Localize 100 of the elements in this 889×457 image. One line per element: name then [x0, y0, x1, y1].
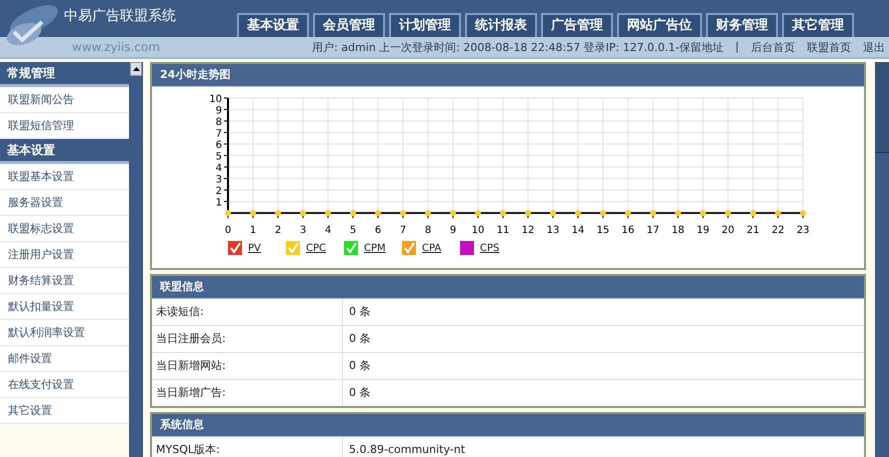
data-point	[475, 210, 481, 216]
legend-checkbox[interactable]	[460, 241, 474, 255]
data-point	[425, 210, 431, 216]
axis-label: 15	[596, 225, 610, 236]
logo-title: 中易广告联盟系统	[64, 6, 176, 24]
axis-label: 6	[374, 225, 382, 236]
axis-label: 23	[796, 225, 810, 236]
axis-label: 16	[622, 225, 634, 236]
axis-label: 4	[324, 225, 332, 236]
sidebar-item[interactable]: 默认扣量设置	[0, 294, 129, 320]
data-point	[350, 210, 356, 216]
panel-title: 联盟信息	[152, 276, 864, 299]
data-point	[250, 210, 256, 216]
nav-tab[interactable]: 广告管理	[541, 13, 613, 37]
data-point	[450, 210, 456, 216]
axis-label: 11	[496, 225, 510, 236]
sidebar-item[interactable]: 服务器设置	[0, 190, 129, 216]
sidebar-heading[interactable]: 常规管理	[0, 62, 129, 87]
axis-label: 2	[216, 186, 222, 197]
table-cell-text: 0 条	[348, 358, 370, 374]
sidebar-item[interactable]: 联盟标志设置	[0, 216, 129, 242]
header-link[interactable]: 后台首页	[751, 40, 795, 54]
sidebar-item[interactable]: 其它设置	[0, 398, 129, 424]
scrollbar-thumb[interactable]	[875, 62, 889, 153]
panel-title: 24小时走势图	[152, 64, 864, 87]
user-info: 用户: admin 上一次登录时间: 2008-08-18 22:48:57 登录IP: 127.0.0.1-保留地址	[312, 40, 724, 54]
data-point	[675, 210, 681, 216]
axis-label: 20	[722, 225, 734, 236]
table-cell-text: 0 条	[348, 331, 370, 347]
axis-label: 0	[224, 225, 232, 236]
axis-label: 8	[424, 225, 432, 236]
axis-label: 8	[216, 117, 222, 128]
site-url: www.zyiis.com	[72, 40, 160, 54]
legend-link[interactable]: PV	[248, 242, 261, 254]
nav-tab[interactable]: 统计报表	[465, 13, 537, 37]
sidebar-item[interactable]: 联盟新闻公告	[0, 87, 129, 113]
nav-tab[interactable]: 会员管理	[313, 13, 385, 37]
table-cell: 当日新增网站:	[152, 353, 343, 379]
sidebar-item[interactable]: 默认利润率设置	[0, 320, 129, 346]
legend-link[interactable]: CPS	[480, 242, 500, 254]
axis-label: 19	[696, 225, 710, 236]
legend-link[interactable]: CPC	[306, 242, 326, 254]
legend-checkbox[interactable]	[286, 241, 300, 255]
sidebar-item[interactable]: 联盟短信管理	[0, 113, 129, 139]
data-point	[325, 210, 331, 216]
data-point	[375, 210, 381, 216]
axis-label: 22	[772, 225, 784, 236]
axis-label: 12	[522, 225, 534, 236]
data-point	[550, 210, 556, 216]
header-link[interactable]: 退出	[863, 40, 885, 54]
data-point	[500, 210, 506, 216]
header-link[interactable]: 联盟首页	[807, 40, 851, 54]
axis-label: 14	[572, 225, 584, 236]
table-cell: 当日新增广告:	[152, 380, 343, 406]
axis-label: 2	[274, 225, 282, 236]
axis-label: 3	[300, 225, 306, 236]
legend-checkbox[interactable]	[402, 241, 416, 255]
table-cell-text: 0 条	[348, 304, 370, 320]
sidebar-item[interactable]: 财务结算设置	[0, 268, 129, 294]
data-point	[700, 210, 706, 216]
data-point	[300, 210, 306, 216]
nav-tab[interactable]: 计划管理	[389, 13, 461, 37]
data-point	[525, 210, 531, 216]
axis-label: 6	[216, 140, 222, 151]
nav-tab[interactable]: 其它管理	[782, 13, 854, 37]
nav-tab[interactable]: 网站广告位	[617, 13, 702, 37]
sidebar-item[interactable]: 注册用户设置	[0, 242, 129, 268]
nav-tab[interactable]: 基本设置	[237, 13, 309, 37]
data-point	[625, 210, 631, 216]
table-cell: 当日注册会员:	[152, 326, 343, 352]
axis-label: 5	[350, 225, 356, 236]
legend-link[interactable]: CPA	[422, 242, 442, 254]
axis-label: 9	[450, 225, 456, 236]
table-cell-text: 0 条	[348, 385, 370, 401]
data-point	[725, 210, 731, 216]
data-point	[275, 210, 281, 216]
axis-label: 4	[216, 163, 222, 174]
sidebar-item[interactable]: 邮件设置	[0, 346, 129, 372]
axis-label: 10	[472, 225, 484, 236]
scroll-up-button[interactable]	[130, 62, 142, 76]
legend-checkbox[interactable]	[228, 241, 242, 255]
data-point	[575, 210, 581, 216]
sidebar-heading[interactable]: 基本设置	[0, 139, 129, 164]
panel-title: 系统信息	[152, 414, 864, 437]
sidebar-item[interactable]: 联盟基本设置	[0, 164, 129, 190]
nav-tab[interactable]: 财务管理	[706, 13, 778, 37]
table-cell-text: 5.0.89-community-nt	[348, 442, 466, 457]
axis-label: 21	[746, 225, 760, 236]
legend-checkbox[interactable]	[344, 241, 358, 255]
data-point	[650, 210, 656, 216]
data-point	[775, 210, 781, 216]
data-point	[400, 210, 406, 216]
data-point	[800, 210, 806, 216]
axis-label: 3	[216, 174, 222, 186]
data-point	[600, 210, 606, 216]
sidebar-item[interactable]: 在线支付设置	[0, 372, 129, 398]
up-arrow-icon	[132, 67, 140, 71]
axis-label: 10	[209, 94, 222, 105]
table-cell: MYSQL版本:	[152, 437, 343, 457]
legend-link[interactable]: CPM	[364, 242, 386, 254]
